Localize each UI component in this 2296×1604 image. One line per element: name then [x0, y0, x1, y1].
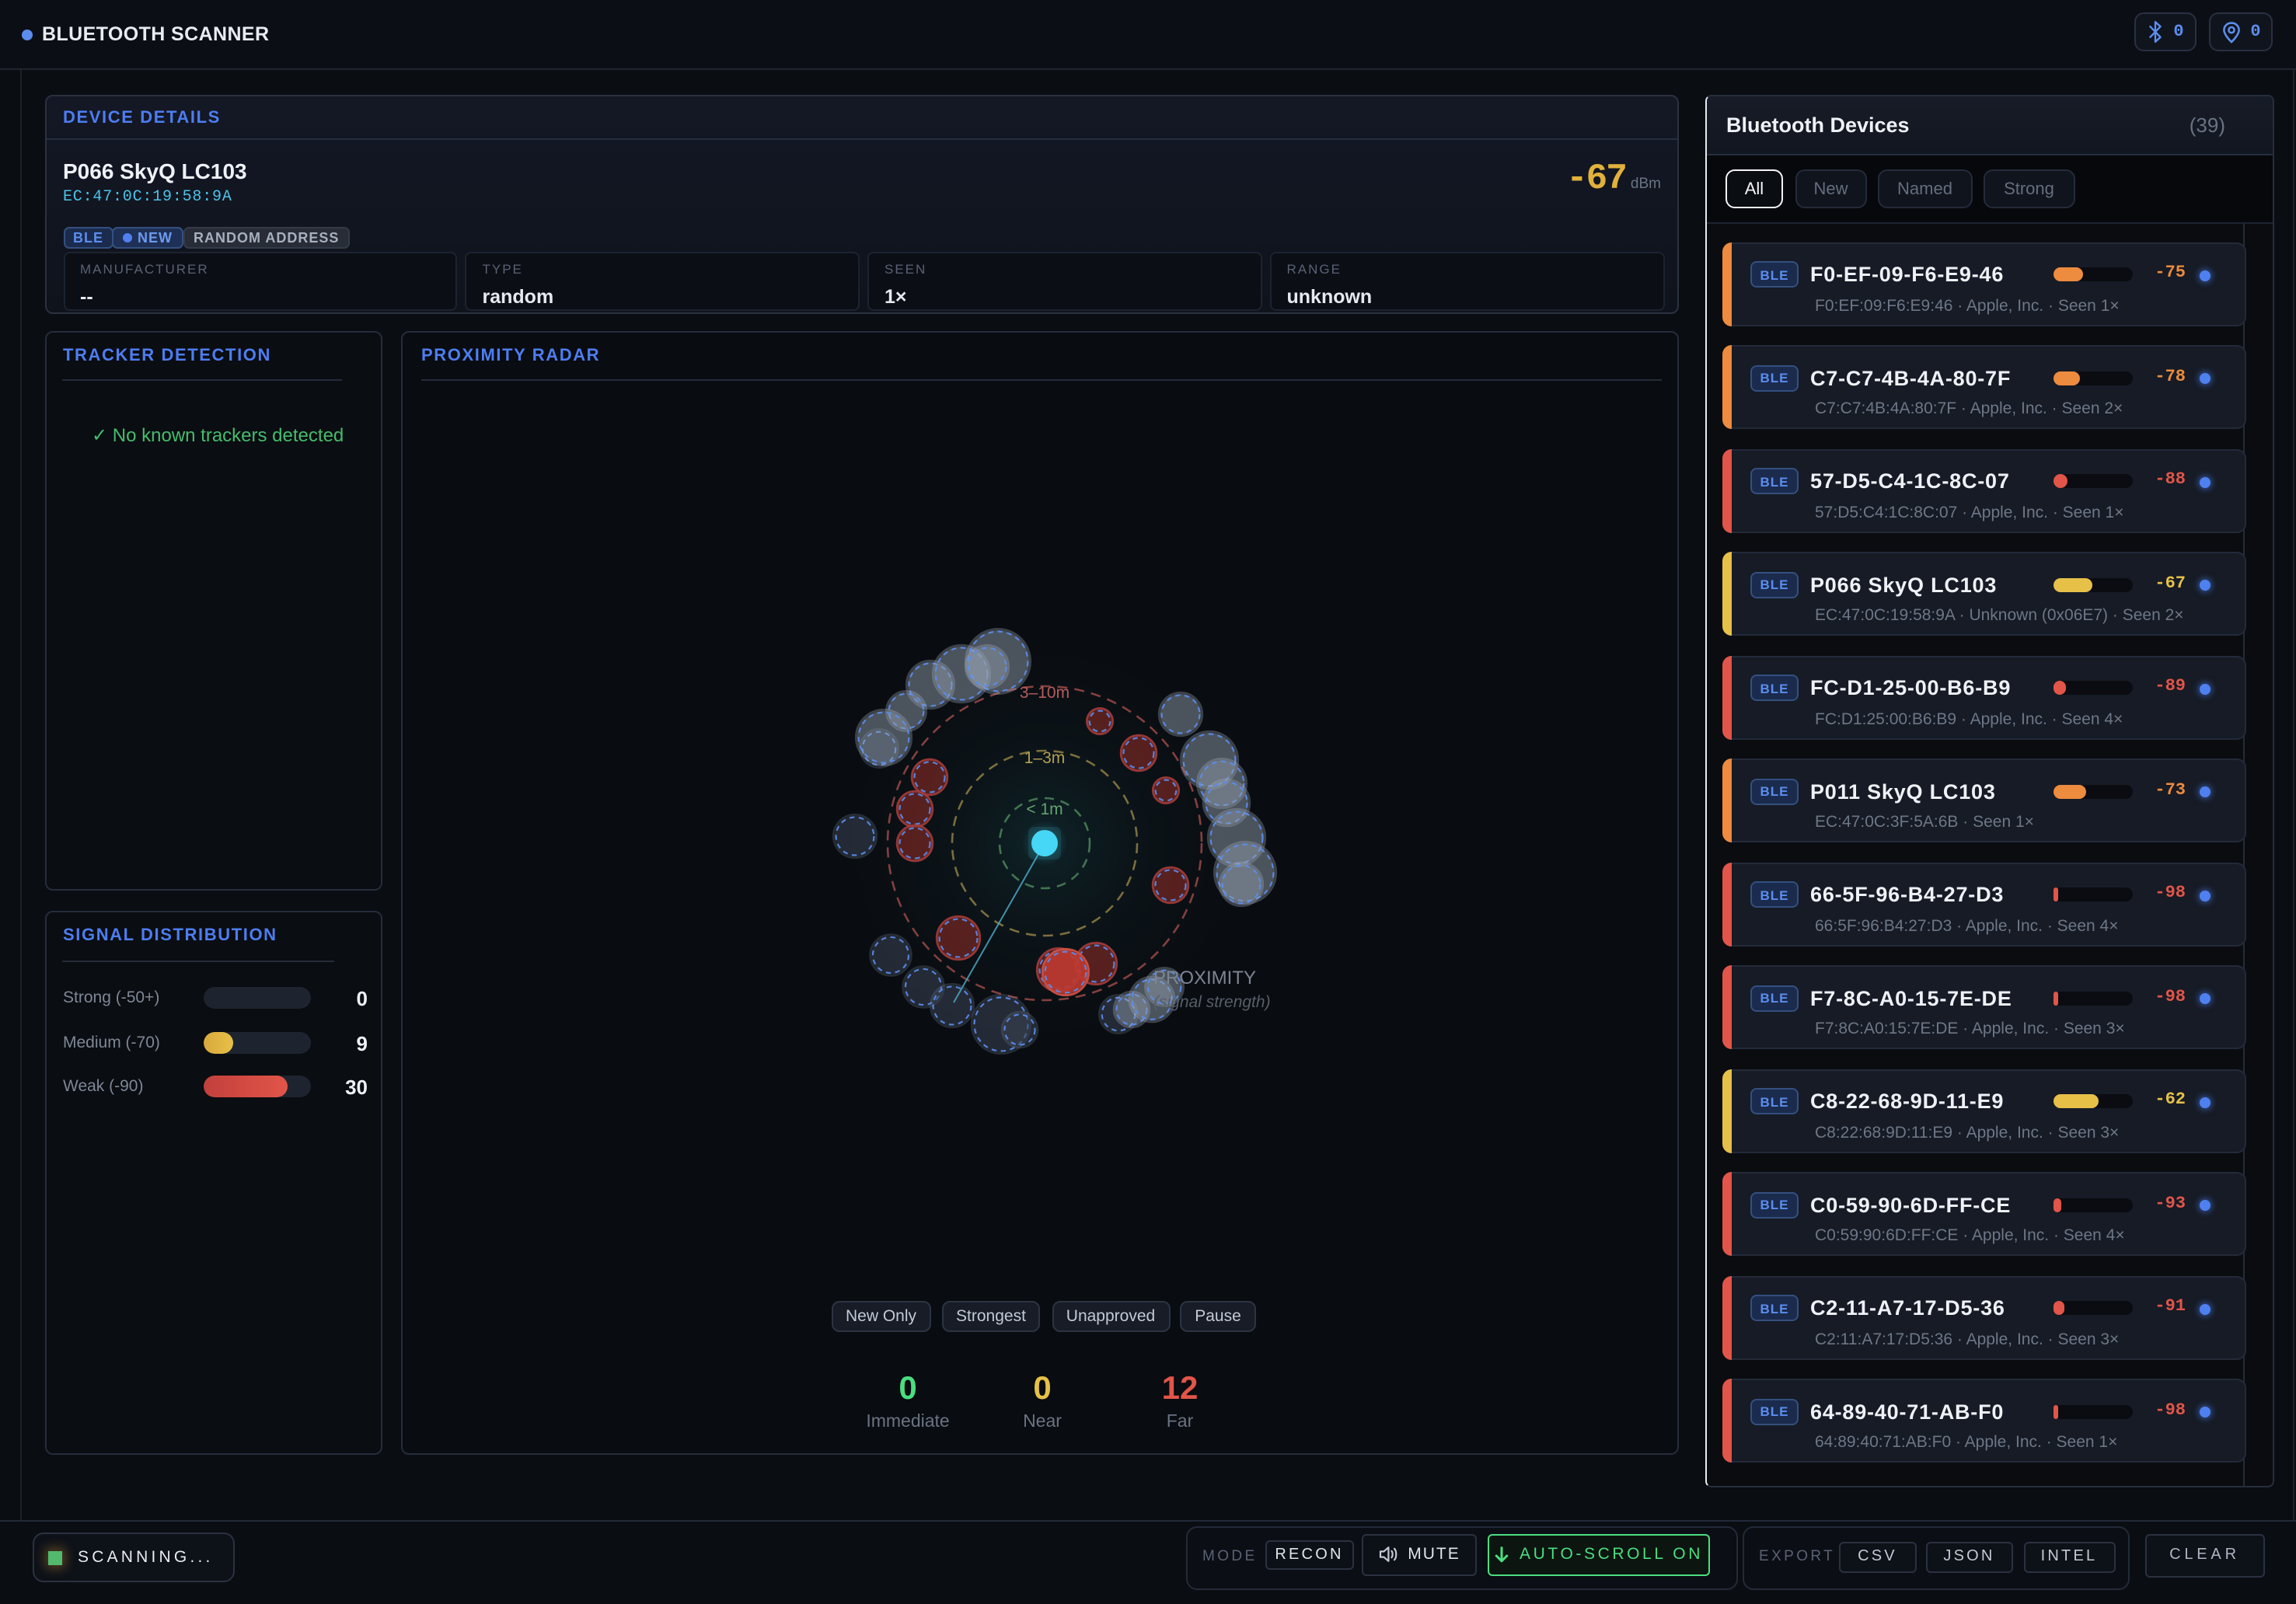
- svg-text:(signal strength): (signal strength): [1153, 992, 1271, 1010]
- svg-text:< 1m: < 1m: [1026, 800, 1063, 818]
- svg-text:3–10m: 3–10m: [1020, 683, 1069, 701]
- svg-text:1–3m: 1–3m: [1024, 748, 1066, 766]
- svg-text:PROXIMITY: PROXIMITY: [1153, 967, 1256, 988]
